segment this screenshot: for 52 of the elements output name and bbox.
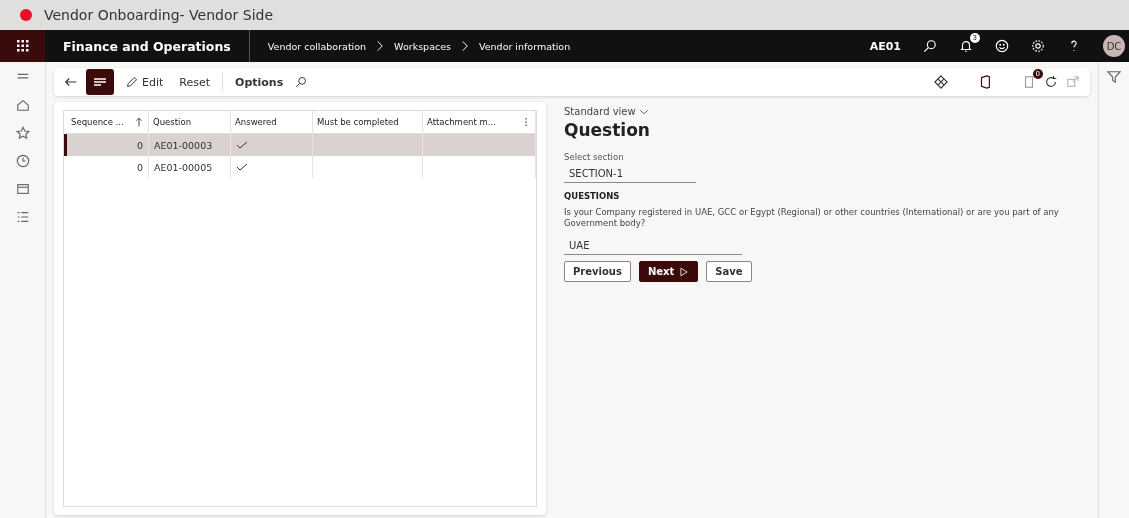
table-cell: AE01-00005 [149,156,231,178]
app-launcher-button[interactable] [0,30,45,62]
view-selector[interactable]: Standard view [564,106,649,117]
bell-icon[interactable] [959,39,973,53]
next-button[interactable]: Next [638,261,699,283]
app-name: Finance and Operations [45,30,250,62]
settings-icon[interactable] [1031,39,1045,53]
window-title: Vendor Onboarding- Vendor Side [44,7,274,23]
field-label: Select section [564,152,624,162]
office-icon[interactable] [978,75,992,89]
breadcrumb-link[interactable]: Vendor collaboration [267,40,367,52]
home-icon[interactable] [15,98,30,112]
column-header[interactable]: Must be completed [313,111,423,133]
column-header[interactable]: Answered [231,111,313,133]
sort-up-arrow-icon[interactable] [134,117,144,127]
breadcrumb-link[interactable]: Workspaces [394,40,451,52]
answer-field[interactable]: UAE [564,237,742,256]
options-button[interactable]: Options [231,75,288,89]
table-cell: 0 [67,156,149,178]
previous-button[interactable]: Previous [564,261,631,283]
column-header[interactable]: Attachment m... [423,111,536,133]
company-label[interactable]: AE01 [869,39,901,53]
column-header[interactable]: Sequence ... [67,111,149,133]
form-title: Question [564,120,650,140]
waffle-icon [16,40,29,52]
workspace-icon[interactable] [15,182,30,196]
column-header[interactable]: Question [149,111,231,133]
grid-row[interactable]: 0 AE01-00003 [64,134,536,156]
attachment-icon[interactable] [1022,75,1036,89]
list-icon[interactable] [15,210,30,224]
search-icon[interactable] [295,76,308,88]
user-avatar[interactable]: DC [1103,35,1125,57]
pencil-icon[interactable] [126,76,138,88]
lines-icon [94,77,106,87]
diamond-icon[interactable] [934,75,948,89]
search-icon[interactable] [923,39,937,53]
refresh-icon[interactable] [1044,75,1058,89]
filter-icon[interactable] [1107,70,1121,84]
edit-button[interactable]: Edit [122,75,168,89]
clock-icon[interactable] [15,154,30,168]
question-text: Is your Company registered in UAE, GCC or Egypt (Regional) or other countries (International) or are you part of any Government body? [564,207,1060,230]
smiley-icon[interactable] [995,39,1009,53]
star-icon[interactable] [15,126,30,140]
app-dot [20,9,32,21]
action-pane-button[interactable] [86,69,114,95]
save-button[interactable]: Save [706,261,752,283]
back-arrow-icon[interactable] [64,75,78,89]
section-heading: QUESTIONS [564,191,620,201]
reset-button[interactable]: Reset [175,75,215,89]
section-field[interactable]: SECTION-1 [564,165,696,183]
breadcrumb-link[interactable]: Vendor information [478,40,571,52]
play-icon[interactable] [679,266,690,277]
